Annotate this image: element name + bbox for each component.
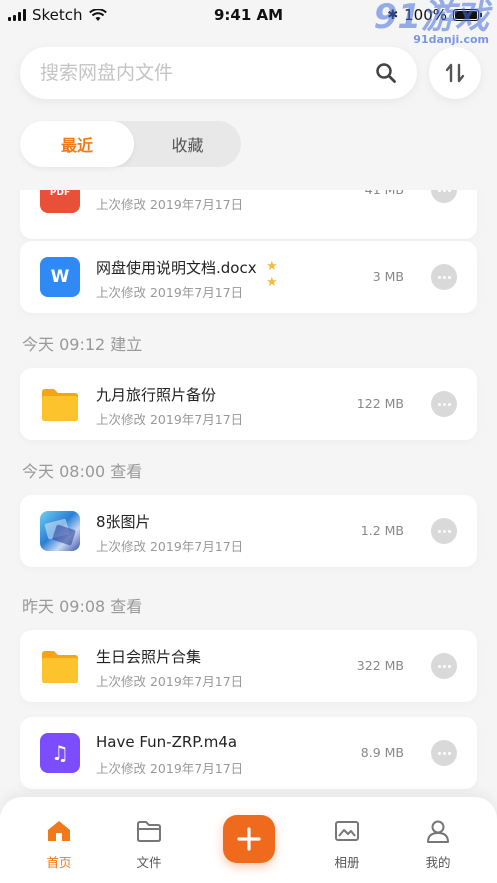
tab-favorites[interactable]: 收藏 (134, 121, 241, 167)
tab-label: 相册 (334, 855, 360, 870)
user-icon (427, 820, 449, 843)
file-size: 322 MB (356, 658, 404, 673)
tab-home[interactable]: 首页 (29, 819, 89, 871)
file-size: 8.9 MB (360, 745, 404, 760)
header: 最近 收藏 (0, 30, 497, 190)
photos-thumbnail (40, 511, 80, 551)
file-size: 122 MB (356, 396, 404, 411)
file-name: Have Fun-ZRP.m4a (96, 733, 238, 751)
file-row[interactable]: 九月旅行照片备份 上次修改 2019年7月17日 122 MB (20, 368, 477, 440)
file-size: 3 MB (372, 269, 404, 284)
file-name: 8张图片 (96, 513, 151, 531)
file-name: 网盘使用说明文档.docx (96, 259, 257, 277)
tab-label: 我的 (425, 855, 451, 870)
file-row[interactable]: ♫ Have Fun-ZRP.m4a 上次修改 2019年7月17日 8.9 M… (20, 717, 477, 789)
folder-icon (40, 646, 80, 686)
more-button[interactable] (431, 740, 457, 766)
tab-recent[interactable]: 最近 (20, 121, 134, 167)
file-row[interactable]: 生日会照片合集 上次修改 2019年7月17日 322 MB (20, 630, 477, 702)
tab-files[interactable]: 文件 (119, 819, 179, 871)
tab-album[interactable]: 相册 (317, 819, 377, 871)
file-meta: 上次修改 2019年7月17日 (96, 539, 244, 554)
tab-label: 首页 (46, 855, 72, 870)
file-meta: 上次修改 2019年7月17日 (96, 197, 244, 212)
watermark-text: 91游戏 (373, 0, 489, 37)
file-meta: 上次修改 2019年7月17日 (96, 674, 244, 689)
folder-outline-icon (137, 821, 161, 842)
file-row[interactable]: 8张图片 上次修改 2019年7月17日 1.2 MB (20, 495, 477, 567)
music-icon: ♫ (40, 733, 80, 773)
image-icon (335, 821, 359, 841)
section-header: 今天 09:12 建立 (22, 335, 143, 354)
word-icon: W (40, 257, 80, 297)
search-input[interactable] (40, 62, 375, 84)
search-icon[interactable] (375, 62, 397, 84)
file-name: 生日会照片合集 (96, 648, 202, 666)
section-header: 昨天 09:08 查看 (22, 597, 143, 616)
file-meta: 上次修改 2019年7月17日 (96, 412, 244, 427)
star-icon: ★ ★ (266, 259, 278, 290)
add-button[interactable] (223, 815, 275, 863)
sort-icon (445, 63, 465, 83)
file-row[interactable]: W 网盘使用说明文档.docx ★ ★ 上次修改 2019年7月17日 3 MB (20, 241, 477, 313)
segment-control: 最近 收藏 (20, 121, 241, 167)
word-icon-label: W (50, 267, 70, 287)
file-size: 1.2 MB (360, 523, 404, 538)
more-button[interactable] (431, 653, 457, 679)
tab-label: 文件 (136, 855, 162, 870)
file-name: 九月旅行照片备份 (96, 386, 217, 404)
plus-icon (237, 827, 261, 851)
file-meta: 上次修改 2019年7月17日 (96, 285, 244, 300)
section-header: 今天 08:00 查看 (22, 462, 143, 481)
folder-icon (40, 384, 80, 424)
sort-button[interactable] (429, 47, 481, 99)
more-button[interactable] (431, 264, 457, 290)
home-icon (48, 821, 70, 841)
watermark-logo: 91游戏 91danji.com (374, 0, 489, 46)
more-button[interactable] (431, 391, 457, 417)
file-meta: 上次修改 2019年7月17日 (96, 761, 244, 776)
search-bar[interactable] (20, 47, 417, 99)
more-button[interactable] (431, 518, 457, 544)
tab-profile[interactable]: 我的 (408, 819, 468, 871)
tab-bar: 首页 文件 相册 我的 (0, 797, 497, 883)
